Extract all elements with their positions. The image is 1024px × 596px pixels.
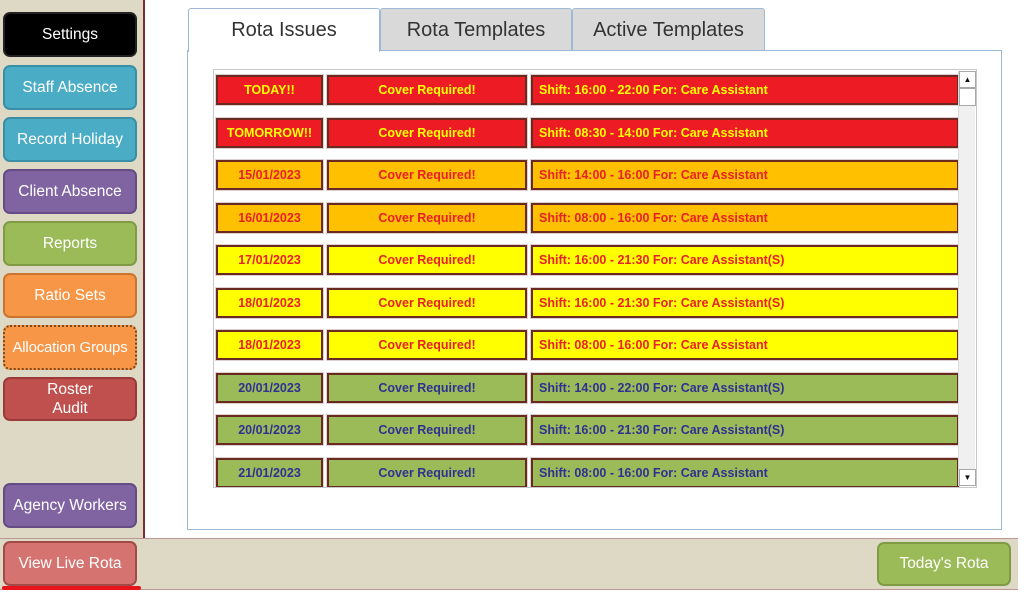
list-scrollbar[interactable]: ▲ ▼: [958, 71, 976, 486]
issue-date-cell: 20/01/2023: [216, 372, 323, 403]
issue-date-cell: TOMORROW!!: [216, 117, 323, 148]
issue-status-cell: Cover Required!: [327, 457, 527, 487]
allocation-groups-button[interactable]: Allocation Groups: [3, 325, 137, 370]
issue-shift-cell: Shift: 16:00 - 21:30 For: Care Assistant…: [531, 415, 959, 445]
issue-status-cell: Cover Required!: [327, 202, 527, 233]
tab-rota-templates[interactable]: Rota Templates: [380, 8, 572, 51]
issue-shift-cell: Shift: 08:00 - 16:00 For: Care Assistant: [531, 330, 959, 360]
record-holiday-button[interactable]: Record Holiday: [3, 117, 137, 162]
issue-status-cell: Cover Required!: [327, 287, 527, 318]
issue-date-cell: 18/01/2023: [216, 287, 323, 318]
reports-button[interactable]: Reports: [3, 221, 137, 266]
issue-date-cell: 20/01/2023: [216, 415, 323, 445]
roster-audit-button[interactable]: Roster Audit: [3, 377, 137, 421]
issue-shift-cell: Shift: 16:00 - 22:00 For: Care Assistant: [531, 75, 959, 105]
issue-shift-cell: Shift: 14:00 - 16:00 For: Care Assistant: [531, 160, 959, 190]
issue-shift-cell: Shift: 08:00 - 16:00 For: Care Assistant: [531, 202, 959, 233]
issue-date-cell: 15/01/2023: [216, 160, 323, 190]
ratio-sets-button[interactable]: Ratio Sets: [3, 273, 137, 318]
scroll-up-arrow-icon[interactable]: ▲: [959, 71, 976, 88]
agency-workers-button[interactable]: Agency Workers: [3, 483, 137, 528]
issue-status-cell: Cover Required!: [327, 160, 527, 190]
issue-shift-cell: Shift: 14:00 - 22:00 For: Care Assistant…: [531, 372, 959, 403]
sidebar: Settings Staff Absence Record Holiday Cl…: [0, 0, 145, 538]
staff-absence-button[interactable]: Staff Absence: [3, 65, 137, 110]
issue-shift-cell: Shift: 08:30 - 14:00 For: Care Assistant: [531, 117, 959, 148]
view-live-rota-button[interactable]: View Live Rota: [3, 541, 137, 586]
client-absence-button[interactable]: Client Absence: [3, 169, 137, 214]
issue-shift-cell: Shift: 08:00 - 16:00 For: Care Assistant: [531, 457, 959, 487]
todays-rota-button[interactable]: Today's Rota: [877, 542, 1011, 586]
active-indicator-underline: [2, 586, 141, 590]
issue-status-cell: Cover Required!: [327, 372, 527, 403]
issue-date-cell: 16/01/2023: [216, 202, 323, 233]
rota-issues-list[interactable]: TODAY!! Cover Required! Shift: 16:00 - 22:…: [213, 69, 977, 488]
issue-shift-cell: Shift: 16:00 - 21:30 For: Care Assistant…: [531, 245, 959, 275]
issue-status-cell: Cover Required!: [327, 117, 527, 148]
issue-date-cell: 21/01/2023: [216, 457, 323, 487]
issue-shift-cell: Shift: 16:00 - 21:30 For: Care Assistant…: [531, 287, 959, 318]
tab-active-templates[interactable]: Active Templates: [572, 8, 765, 51]
app-window: Settings Staff Absence Record Holiday Cl…: [0, 0, 1024, 596]
issue-status-cell: Cover Required!: [327, 415, 527, 445]
issue-status-cell: Cover Required!: [327, 245, 527, 275]
issue-status-cell: Cover Required!: [327, 75, 527, 105]
issue-date-cell: TODAY!!: [216, 75, 323, 105]
bottom-bar: [0, 538, 1018, 590]
scroll-down-arrow-icon[interactable]: ▼: [959, 469, 976, 486]
issue-date-cell: 17/01/2023: [216, 245, 323, 275]
settings-button[interactable]: Settings: [3, 12, 137, 57]
tab-rota-issues[interactable]: Rota Issues: [188, 8, 380, 52]
scroll-thumb[interactable]: [959, 88, 976, 106]
issue-date-cell: 18/01/2023: [216, 330, 323, 360]
issue-status-cell: Cover Required!: [327, 330, 527, 360]
